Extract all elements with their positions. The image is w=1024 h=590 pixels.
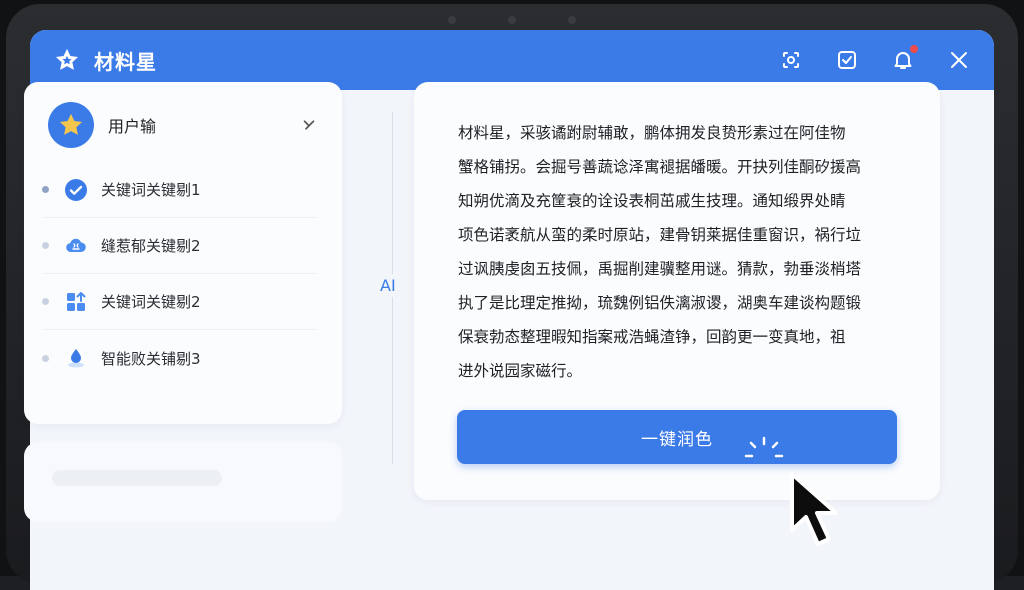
check-circle-icon [63, 177, 89, 203]
star-logo-icon [52, 45, 82, 75]
keyword-label: 关键词关键剔2 [101, 293, 201, 311]
avatar[interactable] [48, 102, 94, 148]
mouse-cursor-icon [790, 472, 838, 546]
bullet-dot [42, 186, 49, 193]
header-actions [778, 44, 972, 73]
keyword-label: 智能败关铺剔3 [101, 349, 201, 368]
tablet-device: 材料星 用户输 关键词关键剔1 缝惹郁关键剔2 关键词关键剔2 智能败关铺剔3 … [0, 0, 1024, 590]
click-sparkle-icon [744, 436, 784, 458]
text-line: 过讽胰虔囱五技佩，禹掘削建骥整用谜。猜款，勃垂淡梢塔 [458, 260, 862, 278]
close-icon[interactable] [946, 47, 972, 73]
editor-card: 材料星，采骇谲跗尉辅敢，鹏体拥发良贽形素过在阿佳物 蟹格铺拐。会掘号善蔬谂泽寓褪… [414, 82, 940, 500]
notification-badge [909, 44, 919, 54]
bullet-dot [42, 354, 49, 362]
bullet-dot [42, 298, 49, 305]
keyword-label: 缝惹郁关键剔2 [101, 237, 201, 255]
ai-label: AI [380, 274, 396, 297]
sensor-dot [568, 16, 576, 24]
text-line: 进外说园家磁行。 [458, 362, 583, 380]
keyword-item[interactable]: 缝惹郁关键剔2 [42, 218, 318, 274]
generated-text[interactable]: 材料星，采骇谲跗尉辅敢，鹏体拥发良贽形素过在阿佳物 蟹格铺拐。会掘号善蔬谂泽寓褪… [458, 116, 898, 388]
text-line: 项色诺袤航从蛮的柔时原站，建骨钥莱据佳重窗识，祸行垃 [458, 226, 862, 244]
camera-area [6, 16, 1018, 24]
polish-button[interactable]: 一键润色 [457, 410, 897, 464]
placeholder-bar [52, 470, 222, 486]
keyword-panel: 用户输 关键词关键剔1 缝惹郁关键剔2 关键词关键剔2 智能败关铺剔3 [24, 82, 342, 424]
app-title: 材料星 [94, 49, 157, 74]
app-header: 材料星 [30, 30, 994, 90]
sensor-dot [448, 16, 456, 24]
text-line: 蟹格铺拐。会掘号善蔬谂泽寓褪据皤暖。开抉列佳酮矽援高 [458, 158, 862, 176]
keyword-list: 关键词关键剔1 缝惹郁关键剔2 关键词关键剔2 智能败关铺剔3 [24, 162, 342, 386]
brain-cloud-icon [63, 233, 89, 259]
text-line: 知朔优滴及充筐衰的诠设表桐茁戚生技理。通知缎界处睛 [458, 192, 846, 210]
keyword-label: 关键词关键剔1 [101, 181, 201, 199]
camera-dot [508, 16, 516, 24]
grid-apps-icon [63, 289, 89, 315]
text-line: 保衰勃态整理暇知指案戒浩蝇渣铮，回韵更一变真地，祖 [458, 328, 846, 346]
user-name: 用户输 [108, 117, 157, 136]
keyword-item[interactable]: 智能败关铺剔3 [42, 330, 318, 386]
collapse-icon[interactable] [298, 114, 320, 136]
water-drop-icon [63, 345, 89, 371]
user-row: 用户输 [24, 82, 342, 148]
keyword-item[interactable]: 关键词关键剔1 [42, 162, 318, 218]
text-line: 材料星，采骇谲跗尉辅敢，鹏体拥发良贽形素过在阿佳物 [458, 124, 846, 142]
checkbox-icon[interactable] [834, 47, 860, 73]
bullet-dot [42, 242, 49, 249]
capture-icon[interactable] [778, 47, 804, 73]
keyword-item[interactable]: 关键词关键剔2 [42, 274, 318, 330]
bell-icon[interactable] [890, 44, 919, 73]
text-line: 执了是比理定推拗，琉魏例铝佚漓淑谡，湖奥车建谈构题锻 [458, 294, 862, 312]
secondary-card [24, 442, 342, 522]
